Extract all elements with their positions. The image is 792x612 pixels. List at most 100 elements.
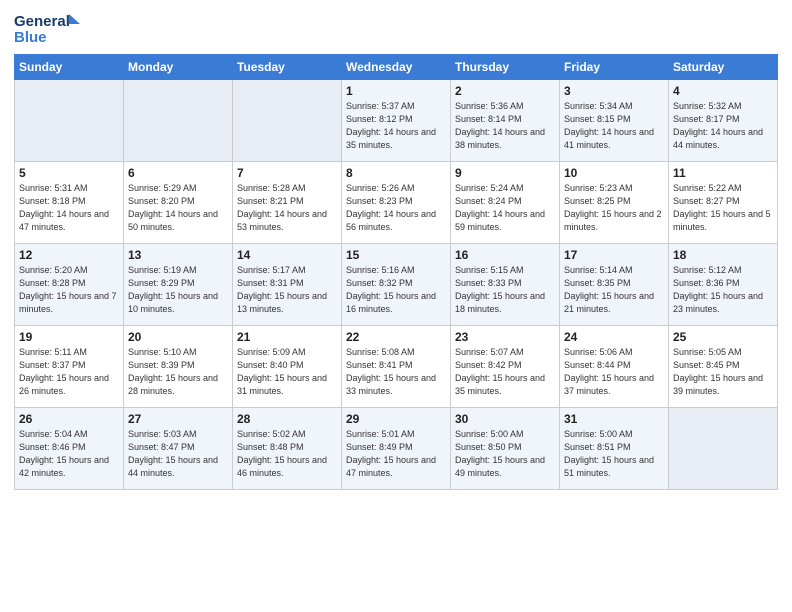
day-info: Sunrise: 5:08 AM Sunset: 8:41 PM Dayligh… [346, 346, 446, 398]
day-number: 2 [455, 84, 555, 98]
calendar-cell: 26 Sunrise: 5:04 AM Sunset: 8:46 PM Dayli… [15, 408, 124, 490]
day-number: 7 [237, 166, 337, 180]
calendar-header-row: SundayMondayTuesdayWednesdayThursdayFrid… [15, 55, 778, 80]
day-info: Sunrise: 5:15 AM Sunset: 8:33 PM Dayligh… [455, 264, 555, 316]
calendar-cell: 9 Sunrise: 5:24 AM Sunset: 8:24 PM Daylig… [451, 162, 560, 244]
calendar-week-row: 1 Sunrise: 5:37 AM Sunset: 8:12 PM Daylig… [15, 80, 778, 162]
calendar-cell: 20Sunrise: 5:10 AM Sunset: 8:39 PM Dayli… [124, 326, 233, 408]
day-number: 11 [673, 166, 773, 180]
day-number: 22 [346, 330, 446, 344]
calendar-cell: 23 Sunrise: 5:07 AM Sunset: 8:42 PM Dayli… [451, 326, 560, 408]
day-number: 3 [564, 84, 664, 98]
calendar-cell: 5 Sunrise: 5:31 AM Sunset: 8:18 PM Daylig… [15, 162, 124, 244]
calendar-cell: 30 Sunrise: 5:00 AM Sunset: 8:50 PM Dayli… [451, 408, 560, 490]
day-info: Sunrise: 5:09 AM Sunset: 8:40 PM Dayligh… [237, 346, 337, 398]
day-info: Sunrise: 5:26 AM Sunset: 8:23 PM Dayligh… [346, 182, 446, 234]
day-info: Sunrise: 5:22 AM Sunset: 8:27 PM Dayligh… [673, 182, 773, 234]
calendar-cell [15, 80, 124, 162]
day-info: Sunrise: 5:03 AM Sunset: 8:47 PM Dayligh… [128, 428, 228, 480]
day-info: Sunrise: 5:14 AM Sunset: 8:35 PM Dayligh… [564, 264, 664, 316]
calendar-cell: 11 Sunrise: 5:22 AM Sunset: 8:27 PM Dayli… [669, 162, 778, 244]
day-number: 8 [346, 166, 446, 180]
day-info: Sunrise: 5:24 AM Sunset: 8:24 PM Dayligh… [455, 182, 555, 234]
day-number: 9 [455, 166, 555, 180]
calendar-cell: 8 Sunrise: 5:26 AM Sunset: 8:23 PM Daylig… [342, 162, 451, 244]
day-info: Sunrise: 5:23 AM Sunset: 8:25 PM Dayligh… [564, 182, 664, 234]
day-number: 4 [673, 84, 773, 98]
day-info: Sunrise: 5:19 AM Sunset: 8:29 PM Dayligh… [128, 264, 228, 316]
day-number: 28 [237, 412, 337, 426]
day-number: 23 [455, 330, 555, 344]
calendar-cell: 16Sunrise: 5:15 AM Sunset: 8:33 PM Dayli… [451, 244, 560, 326]
calendar-cell: 28 Sunrise: 5:02 AM Sunset: 8:48 PM Dayli… [233, 408, 342, 490]
day-info: Sunrise: 5:12 AM Sunset: 8:36 PM Dayligh… [673, 264, 773, 316]
calendar-cell [233, 80, 342, 162]
day-number: 24 [564, 330, 664, 344]
calendar-cell: 14 Sunrise: 5:17 AM Sunset: 8:31 PM Dayli… [233, 244, 342, 326]
calendar-week-row: 26 Sunrise: 5:04 AM Sunset: 8:46 PM Dayli… [15, 408, 778, 490]
day-info: Sunrise: 5:32 AM Sunset: 8:17 PM Dayligh… [673, 100, 773, 152]
day-info: Sunrise: 5:00 AM Sunset: 8:50 PM Dayligh… [455, 428, 555, 480]
logo: GeneralBlue [14, 10, 84, 46]
day-info: Sunrise: 5:20 AM Sunset: 8:28 PM Dayligh… [19, 264, 119, 316]
calendar-cell: 1 Sunrise: 5:37 AM Sunset: 8:12 PM Daylig… [342, 80, 451, 162]
day-number: 1 [346, 84, 446, 98]
calendar-cell: 6Sunrise: 5:29 AM Sunset: 8:20 PM Daylig… [124, 162, 233, 244]
page: GeneralBlue SundayMondayTuesdayWednesday… [0, 0, 792, 612]
day-info: Sunrise: 5:28 AM Sunset: 8:21 PM Dayligh… [237, 182, 337, 234]
day-info: Sunrise: 5:37 AM Sunset: 8:12 PM Dayligh… [346, 100, 446, 152]
day-number: 15 [346, 248, 446, 262]
day-info: Sunrise: 5:06 AM Sunset: 8:44 PM Dayligh… [564, 346, 664, 398]
day-header-tuesday: Tuesday [233, 55, 342, 80]
day-info: Sunrise: 5:34 AM Sunset: 8:15 PM Dayligh… [564, 100, 664, 152]
calendar-cell: 29Sunrise: 5:01 AM Sunset: 8:49 PM Dayli… [342, 408, 451, 490]
calendar-cell: 22 Sunrise: 5:08 AM Sunset: 8:41 PM Dayli… [342, 326, 451, 408]
calendar-table: SundayMondayTuesdayWednesdayThursdayFrid… [14, 54, 778, 490]
day-info: Sunrise: 5:16 AM Sunset: 8:32 PM Dayligh… [346, 264, 446, 316]
calendar-cell: 3 Sunrise: 5:34 AM Sunset: 8:15 PM Daylig… [560, 80, 669, 162]
day-header-sunday: Sunday [15, 55, 124, 80]
day-number: 30 [455, 412, 555, 426]
calendar-cell: 2 Sunrise: 5:36 AM Sunset: 8:14 PM Daylig… [451, 80, 560, 162]
day-number: 25 [673, 330, 773, 344]
day-number: 27 [128, 412, 228, 426]
day-info: Sunrise: 5:11 AM Sunset: 8:37 PM Dayligh… [19, 346, 119, 398]
day-number: 20 [128, 330, 228, 344]
day-number: 21 [237, 330, 337, 344]
calendar-cell [124, 80, 233, 162]
day-number: 18 [673, 248, 773, 262]
day-info: Sunrise: 5:02 AM Sunset: 8:48 PM Dayligh… [237, 428, 337, 480]
calendar-cell: 19Sunrise: 5:11 AM Sunset: 8:37 PM Dayli… [15, 326, 124, 408]
day-info: Sunrise: 5:00 AM Sunset: 8:51 PM Dayligh… [564, 428, 664, 480]
calendar-cell: 24 Sunrise: 5:06 AM Sunset: 8:44 PM Dayli… [560, 326, 669, 408]
day-number: 6 [128, 166, 228, 180]
calendar-cell: 21 Sunrise: 5:09 AM Sunset: 8:40 PM Dayli… [233, 326, 342, 408]
day-number: 12 [19, 248, 119, 262]
calendar-week-row: 5 Sunrise: 5:31 AM Sunset: 8:18 PM Daylig… [15, 162, 778, 244]
logo-svg: GeneralBlue [14, 10, 84, 46]
day-header-saturday: Saturday [669, 55, 778, 80]
calendar-cell [669, 408, 778, 490]
day-number: 14 [237, 248, 337, 262]
day-number: 29 [346, 412, 446, 426]
calendar-cell: 15 Sunrise: 5:16 AM Sunset: 8:32 PM Dayli… [342, 244, 451, 326]
day-info: Sunrise: 5:31 AM Sunset: 8:18 PM Dayligh… [19, 182, 119, 234]
day-info: Sunrise: 5:04 AM Sunset: 8:46 PM Dayligh… [19, 428, 119, 480]
calendar-cell: 27 Sunrise: 5:03 AM Sunset: 8:47 PM Dayli… [124, 408, 233, 490]
day-info: Sunrise: 5:17 AM Sunset: 8:31 PM Dayligh… [237, 264, 337, 316]
calendar-cell: 7 Sunrise: 5:28 AM Sunset: 8:21 PM Daylig… [233, 162, 342, 244]
day-number: 17 [564, 248, 664, 262]
day-header-friday: Friday [560, 55, 669, 80]
day-number: 13 [128, 248, 228, 262]
day-number: 31 [564, 412, 664, 426]
day-number: 5 [19, 166, 119, 180]
calendar-cell: 18 Sunrise: 5:12 AM Sunset: 8:36 PM Dayli… [669, 244, 778, 326]
calendar-cell: 25Sunrise: 5:05 AM Sunset: 8:45 PM Dayli… [669, 326, 778, 408]
calendar-week-row: 12 Sunrise: 5:20 AM Sunset: 8:28 PM Dayli… [15, 244, 778, 326]
day-header-wednesday: Wednesday [342, 55, 451, 80]
calendar-cell: 10 Sunrise: 5:23 AM Sunset: 8:25 PM Dayli… [560, 162, 669, 244]
day-info: Sunrise: 5:36 AM Sunset: 8:14 PM Dayligh… [455, 100, 555, 152]
day-number: 10 [564, 166, 664, 180]
day-info: Sunrise: 5:07 AM Sunset: 8:42 PM Dayligh… [455, 346, 555, 398]
day-number: 26 [19, 412, 119, 426]
